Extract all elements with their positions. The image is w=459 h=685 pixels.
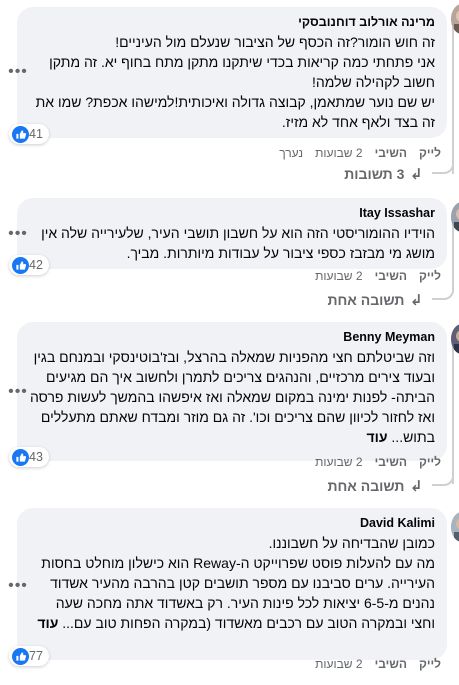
comment-actions: לייק השיבי 2 שבועות (315, 454, 441, 470)
reply-button[interactable]: השיבי (375, 146, 407, 160)
comment-actions: לייק השיבי 2 שבועות (315, 268, 441, 284)
avatar-image (451, 202, 459, 232)
reply-arrow-icon: ↳ (410, 478, 423, 495)
comment-1: מרינה אורלוב דוחנובסקי זה חוש הומור?זה ה… (0, 0, 459, 190)
reply-button[interactable]: השיבי (375, 657, 407, 671)
reaction-count[interactable]: 41 (9, 124, 49, 144)
view-replies-button[interactable]: ↳ תשובה אחת (327, 290, 423, 310)
comment-bubble: Itay Issashar הוידיו ההומוריסטי הזה הוא … (9, 198, 447, 275)
avatar-image (451, 4, 459, 34)
thread-connector (432, 162, 454, 174)
comment-timestamp[interactable]: 2 שבועות (315, 269, 362, 283)
reaction-number: 77 (29, 649, 43, 663)
comment-bubble: Benny Meyman וזה שביטלתם חצי מהפניות שמא… (9, 322, 447, 467)
comment-actions: לייק השיבי 2 שבועות נערך (279, 145, 441, 161)
comment-4: David Kalimi כמובן שהבדיחה על חשבוננו. מ… (0, 500, 459, 685)
replies-label: תשובה אחת (327, 292, 405, 308)
comment-author[interactable]: David Kalimi (29, 515, 435, 531)
reaction-number: 41 (29, 127, 43, 141)
thread-line (452, 24, 454, 174)
reply-arrow-icon: ↳ (410, 166, 423, 183)
comment-author[interactable]: מרינה אורלוב דוחנובסקי (29, 14, 435, 30)
edited-label: נערך (279, 146, 304, 160)
comments-thread: מרינה אורלוב דוחנובסקי זה חוש הומור?זה ה… (0, 0, 459, 685)
more-options-icon[interactable]: ••• (4, 58, 32, 86)
like-button[interactable]: לייק (419, 657, 441, 671)
reaction-number: 42 (29, 258, 43, 272)
comment-timestamp[interactable]: 2 שבועות (315, 455, 362, 469)
more-options-icon[interactable]: ••• (4, 220, 32, 248)
comment-2: Itay Issashar הוידיו ההומוריסטי הזה הוא … (0, 190, 459, 312)
replies-label: תשובה אחת (327, 478, 405, 494)
like-button[interactable]: לייק (419, 455, 441, 469)
comment-text: וזה שביטלתם חצי מהפניות שמאלה בהרצל, ובז… (29, 347, 435, 447)
like-thumb-icon (12, 256, 29, 274)
comment-author[interactable]: Itay Issashar (29, 205, 435, 221)
thread-connector (432, 474, 454, 486)
comment-text: הוידיו ההומוריסטי הזה הוא על חשבון תושבי… (41, 225, 435, 261)
like-button[interactable]: לייק (419, 146, 441, 160)
comment-bubble: מרינה אורלוב דוחנובסקי זה חוש הומור?זה ה… (9, 7, 447, 144)
view-replies-button[interactable]: ↳ 3 תשובות (344, 164, 423, 184)
like-thumb-icon (12, 448, 29, 466)
avatar[interactable] (451, 202, 459, 232)
reply-arrow-icon: ↳ (410, 292, 423, 309)
comment-text-body: כמובן שהבדיחה על חשבוננו. מה עם להעלות פ… (41, 535, 435, 631)
thread-connector (432, 288, 454, 300)
reaction-count[interactable]: 42 (9, 255, 49, 275)
avatar[interactable] (451, 4, 459, 34)
reply-button[interactable]: השיבי (375, 455, 407, 469)
reaction-count[interactable]: 77 (9, 646, 49, 666)
more-options-icon[interactable]: ••• (4, 378, 32, 406)
comment-timestamp[interactable]: 2 שבועות (315, 146, 362, 160)
replies-label: 3 תשובות (344, 166, 405, 182)
like-thumb-icon (12, 647, 29, 665)
see-more-link[interactable]: עוד (37, 615, 58, 631)
comment-actions: לייק השיבי 2 שבועות (315, 656, 441, 672)
comment-text: כמובן שהבדיחה על חשבוננו. מה עם להעלות פ… (29, 533, 435, 633)
like-button[interactable]: לייק (419, 269, 441, 283)
thread-line (452, 336, 454, 484)
comment-timestamp[interactable]: 2 שבועות (315, 657, 362, 671)
avatar[interactable] (451, 324, 459, 354)
comment-text: זה חוש הומור?זה הכסף של הציבור שנעלם מול… (35, 34, 435, 130)
avatar[interactable] (451, 512, 459, 542)
comment-author[interactable]: Benny Meyman (29, 329, 435, 345)
avatar-image (451, 324, 459, 354)
more-options-icon[interactable]: ••• (4, 572, 32, 600)
comment-3: Benny Meyman וזה שביטלתם חצי מהפניות שמא… (0, 312, 459, 500)
avatar-image (451, 512, 459, 542)
reaction-count[interactable]: 43 (9, 447, 49, 467)
see-more-link[interactable]: עוד (367, 429, 388, 445)
like-thumb-icon (12, 125, 29, 143)
reaction-number: 43 (29, 450, 43, 464)
view-replies-button[interactable]: ↳ תשובה אחת (327, 476, 423, 496)
reply-button[interactable]: השיבי (375, 269, 407, 283)
comment-bubble: David Kalimi כמובן שהבדיחה על חשבוננו. מ… (9, 508, 447, 666)
